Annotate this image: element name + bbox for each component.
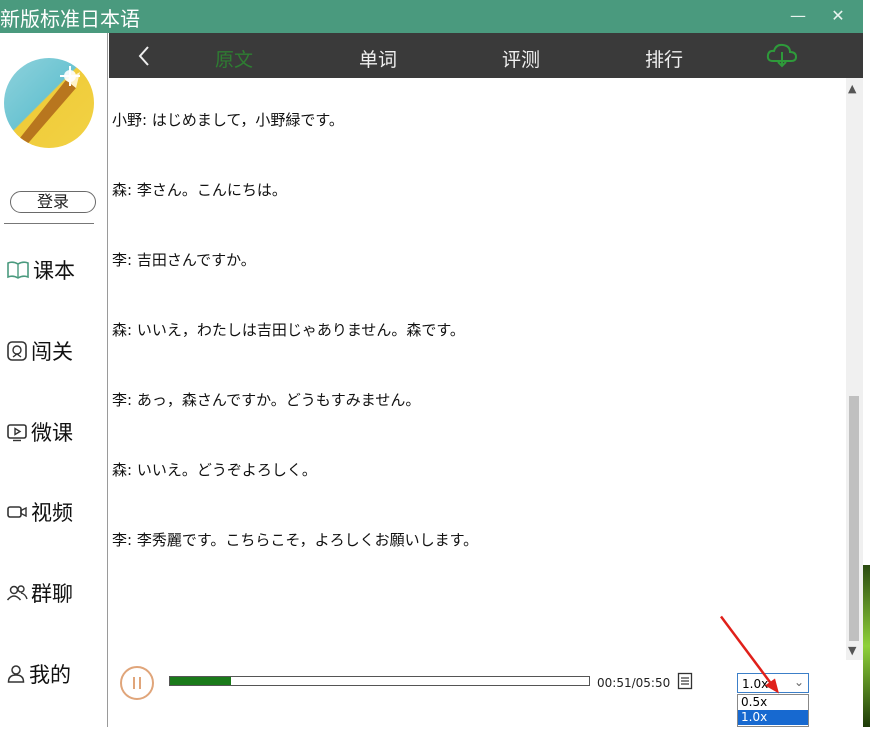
group-icon (6, 585, 28, 601)
sidebar-item-label: 视频 (31, 501, 73, 525)
original-text-panel: 小野: はじめまして，小野緑です。 森: 李さん。こんにちは。 李: 吉田さんで… (109, 78, 846, 648)
speed-option[interactable]: 1.0x (738, 710, 808, 725)
sidebar-item-label: 课本 (33, 259, 75, 283)
title-bar: 新版标准日本语 — ✕ (0, 0, 863, 33)
dialogue-line: 李: あっ，森さんですか。どうもすみません。 (112, 391, 421, 409)
sidebar-item-microlesson[interactable]: 微课 (6, 417, 73, 447)
tab-original-text[interactable]: 原文 (215, 45, 253, 72)
tab-bar: 原文 单词 评测 排行 (109, 33, 863, 78)
sidebar: 登录 课本 闯关 微课 视频 群聊 我的 (0, 33, 108, 727)
tab-vocabulary[interactable]: 单词 (359, 45, 397, 72)
background-photo (863, 565, 870, 727)
minimize-button[interactable]: — (786, 4, 810, 28)
dialogue-line: 李: 吉田さんですか。 (112, 251, 256, 269)
pause-icon (133, 677, 141, 689)
badge-icon (7, 341, 27, 361)
cloud-download-icon[interactable] (765, 41, 799, 69)
back-arrow-icon[interactable] (137, 45, 151, 67)
dialogue-line: 李: 李秀麗です。こちらこそ，よろしくお願いします。 (112, 531, 479, 549)
scroll-thumb[interactable] (849, 396, 859, 641)
person-icon (7, 665, 25, 683)
avatar[interactable] (4, 58, 94, 148)
sidebar-item-video[interactable]: 视频 (6, 497, 73, 527)
sidebar-item-challenge[interactable]: 闯关 (6, 336, 73, 366)
dialogue-line: 森: いいえ。どうぞよろしく。 (112, 461, 317, 479)
speed-select[interactable]: 1.0x ⌄ (737, 673, 809, 693)
play-screen-icon (7, 424, 27, 442)
dialogue-line: 森: いいえ，わたしは吉田じゃありません。森です。 (112, 321, 465, 339)
tab-evaluation[interactable]: 评测 (502, 45, 540, 72)
dialogue-line: 森: 李さん。こんにちは。 (112, 181, 287, 199)
tab-ranking[interactable]: 排行 (645, 45, 683, 72)
sidebar-item-label: 微课 (31, 421, 73, 445)
pause-button[interactable] (120, 666, 154, 700)
audio-player: 00:51/05:50 1.0x ⌄ 0.5x 1.0x (109, 615, 863, 727)
speed-value: 1.0x (742, 677, 769, 691)
app-title: 新版标准日本语 (0, 7, 140, 31)
progress-fill (170, 677, 231, 685)
progress-bar[interactable] (169, 676, 590, 686)
video-camera-icon (7, 506, 27, 518)
sidebar-divider (4, 223, 94, 224)
sidebar-item-mine[interactable]: 我的 (6, 659, 71, 689)
sidebar-item-label: 我的 (29, 663, 71, 687)
close-button[interactable]: ✕ (826, 4, 850, 28)
pencil-icon (12, 66, 80, 148)
sidebar-item-group-chat[interactable]: 群聊 (6, 578, 73, 608)
sidebar-item-label: 群聊 (31, 582, 73, 606)
transcript-list-icon[interactable] (677, 672, 693, 690)
sidebar-item-textbook[interactable]: 课本 (6, 255, 75, 285)
book-icon (7, 261, 29, 279)
vertical-scrollbar[interactable]: ▲ ▼ (846, 78, 863, 660)
chevron-down-icon: ⌄ (793, 675, 804, 689)
scroll-down-icon[interactable]: ▼ (848, 644, 856, 657)
scroll-up-icon[interactable]: ▲ (848, 82, 856, 95)
sidebar-item-label: 闯关 (31, 340, 73, 364)
dialogue-line: 小野: はじめまして，小野緑です。 (112, 111, 344, 129)
playback-time: 00:51/05:50 (597, 676, 671, 690)
background-window-edge (863, 0, 870, 727)
login-button[interactable]: 登录 (10, 191, 96, 213)
speed-options-list: 0.5x 1.0x (737, 694, 809, 727)
speed-option[interactable]: 0.5x (738, 695, 808, 710)
